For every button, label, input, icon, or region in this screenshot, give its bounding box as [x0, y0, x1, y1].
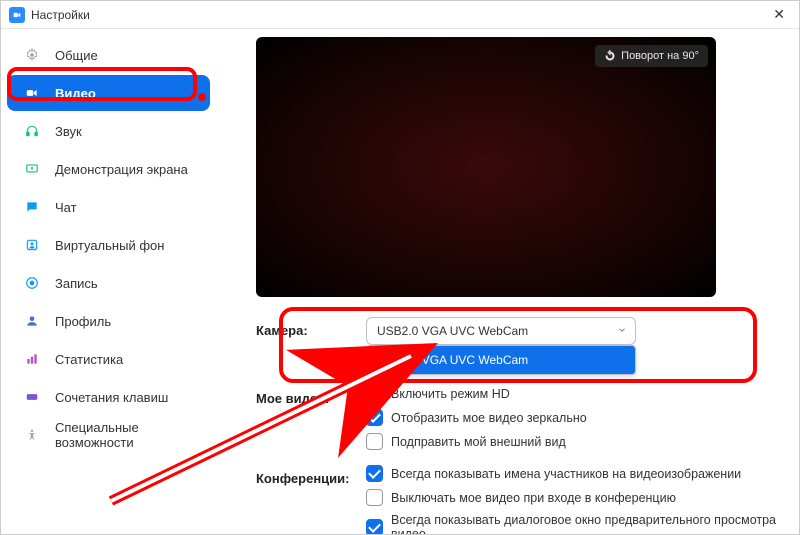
sidebar-item-record[interactable]: Запись: [7, 265, 210, 301]
checkbox-checked-icon: [366, 465, 383, 482]
gear-icon: [21, 44, 43, 66]
sidebar-item-chat[interactable]: Чат: [7, 189, 210, 225]
sidebar: Общие Видео Звук Демонстрация экрана Чат…: [1, 29, 216, 534]
keyboard-icon: [21, 386, 43, 408]
sidebar-item-label: Профиль: [55, 314, 111, 329]
close-button[interactable]: ✕: [767, 4, 791, 25]
sidebar-item-accessibility[interactable]: Специальные возможности: [7, 417, 210, 453]
sidebar-item-audio[interactable]: Звук: [7, 113, 210, 149]
sidebar-item-label: Звук: [55, 124, 82, 139]
profile-icon: [21, 310, 43, 332]
sidebar-item-label: Виртуальный фон: [55, 238, 164, 253]
sidebar-item-share[interactable]: Демонстрация экрана: [7, 151, 210, 187]
sidebar-item-label: Общие: [55, 48, 98, 63]
checkbox-icon: [366, 385, 383, 402]
window-title: Настройки: [31, 8, 90, 22]
check-mirror[interactable]: Отобразить мое видео зеркально: [366, 409, 779, 426]
camera-option[interactable]: USB2.0 VGA UVC WebCam: [367, 346, 635, 374]
video-preview: Поворот на 90°: [256, 37, 716, 297]
chevron-down-icon: [617, 324, 627, 338]
record-icon: [21, 272, 43, 294]
checkbox-checked-icon: [366, 519, 383, 535]
camera-selected-value: USB2.0 VGA UVC WebCam: [377, 324, 528, 338]
sidebar-item-label: Чат: [55, 200, 77, 215]
conference-label: Конференции:: [256, 465, 366, 486]
check-dialog[interactable]: Всегда показывать диалоговое окно предва…: [366, 513, 779, 534]
titlebar: Настройки ✕: [1, 1, 799, 29]
headphones-icon: [21, 120, 43, 142]
check-label: Отобразить мое видео зеркально: [391, 411, 587, 425]
checkbox-icon: [366, 433, 383, 450]
rotate-icon: [604, 50, 616, 62]
checkbox-checked-icon: [366, 409, 383, 426]
check-off[interactable]: Выключать мое видео при входе в конферен…: [366, 489, 779, 506]
check-hd[interactable]: Включить режим HD: [366, 385, 779, 402]
virtual-bg-icon: [21, 234, 43, 256]
myvideo-label: Мое видео:: [256, 385, 366, 406]
check-touchup[interactable]: Подправить мой внешний вид: [366, 433, 779, 450]
sidebar-item-stats[interactable]: Статистика: [7, 341, 210, 377]
accessibility-icon: [21, 424, 43, 446]
video-icon: [21, 82, 43, 104]
chat-icon: [21, 196, 43, 218]
check-names[interactable]: Всегда показывать имена участников на ви…: [366, 465, 779, 482]
rotate-button[interactable]: Поворот на 90°: [595, 45, 708, 67]
myvideo-row: Мое видео: Включить режим HD Отобразить …: [256, 385, 779, 457]
sidebar-item-shortcuts[interactable]: Сочетания клавиш: [7, 379, 210, 415]
sidebar-item-label: Демонстрация экрана: [55, 162, 188, 177]
check-label: Всегда показывать диалоговое окно предва…: [391, 513, 779, 534]
camera-row: Камера: USB2.0 VGA UVC WebCam USB2.0 VGA…: [256, 317, 779, 379]
stats-icon: [21, 348, 43, 370]
checkbox-icon: [366, 489, 383, 506]
app-icon: [9, 7, 25, 23]
camera-dropdown: USB2.0 VGA UVC WebCam: [366, 345, 636, 375]
sidebar-item-profile[interactable]: Профиль: [7, 303, 210, 339]
sidebar-item-label: Запись: [55, 276, 98, 291]
sidebar-item-label: Статистика: [55, 352, 123, 367]
check-label: Выключать мое видео при входе в конферен…: [391, 491, 676, 505]
sidebar-item-label: Специальные возможности: [55, 420, 196, 450]
sidebar-item-label: Сочетания клавиш: [55, 390, 168, 405]
share-screen-icon: [21, 158, 43, 180]
camera-option-label: USB2.0 VGA UVC WebCam: [377, 353, 528, 367]
camera-label: Камера:: [256, 317, 366, 338]
check-label: Всегда показывать имена участников на ви…: [391, 467, 741, 481]
sidebar-item-video[interactable]: Видео: [7, 75, 210, 111]
sidebar-item-general[interactable]: Общие: [7, 37, 210, 73]
sidebar-item-vbg[interactable]: Виртуальный фон: [7, 227, 210, 263]
camera-select[interactable]: USB2.0 VGA UVC WebCam: [366, 317, 636, 345]
sidebar-item-label: Видео: [55, 86, 96, 101]
content-pane: Поворот на 90° Камера: USB2.0 VGA UVC We…: [216, 29, 799, 534]
rotate-label: Поворот на 90°: [621, 50, 699, 62]
check-label: Включить режим HD: [391, 387, 510, 401]
conference-row: Конференции: Всегда показывать имена уча…: [256, 465, 779, 534]
check-label: Подправить мой внешний вид: [391, 435, 566, 449]
